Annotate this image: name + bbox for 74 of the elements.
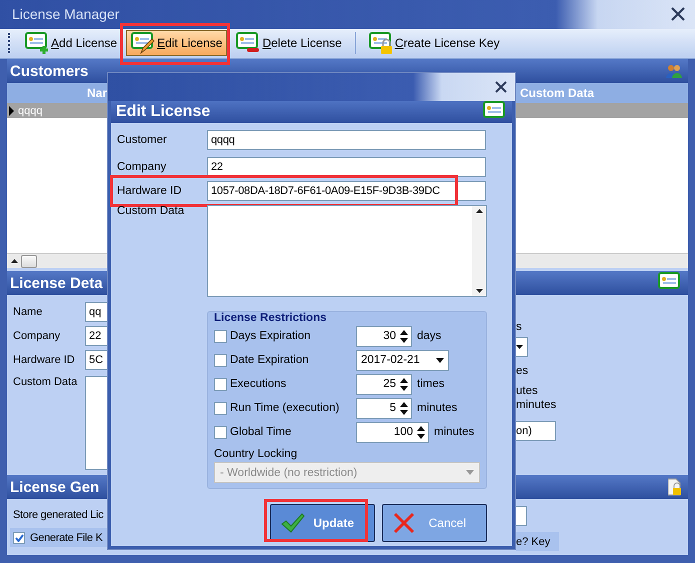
field-label: Custom Data [117,205,186,217]
unit-label: s [516,321,523,335]
unit-label: minutes [516,399,558,413]
field-label: Name [13,306,42,318]
checkbox-label: Executions [230,378,288,390]
input-field[interactable]: qqqq [207,130,486,150]
field-label: Company [117,161,168,173]
number-spinner[interactable]: 100 [356,422,429,442]
input-field[interactable]: 1057-08DA-18D7-6F61-0A09-E15F-9D3B-39DC [207,181,486,201]
horizontal-scrollbar[interactable] [516,253,688,268]
field-label: Customer [117,134,168,146]
toolbar-button[interactable]: Delete License [231,30,347,56]
card-pencil-icon [131,32,156,54]
unit-label: minutes [417,402,458,414]
field-label: Hardware ID [117,185,183,197]
field-label: Store generated Lic [13,509,104,521]
date-picker[interactable]: 2017-02-21 [356,350,449,370]
scroll-up-icon[interactable] [476,209,482,213]
number-spinner[interactable]: 30 [356,326,412,346]
card-minus-icon [236,32,260,54]
scrollbar-thumb[interactable] [21,254,37,268]
close-icon[interactable] [495,81,507,93]
caret-icon [516,345,523,349]
people-icon [666,64,682,78]
checkbox-label: Run Time (execution) [230,402,340,414]
document-lock-icon [668,478,682,496]
checkbox[interactable] [214,378,227,390]
checkbox[interactable] [214,354,227,366]
unit-label: es [516,365,530,379]
field-label: Country Locking [214,448,298,460]
check-icon [14,534,24,542]
spin-arrows-icon[interactable] [400,402,408,414]
section-title: License Gen [10,478,100,496]
checkbox-label: e? Key [516,536,550,548]
spin-arrows-icon[interactable] [400,330,408,342]
checkbox[interactable] [13,532,25,544]
toolbar-button[interactable]: Create License Key [364,30,505,56]
checkbox[interactable] [214,426,227,438]
unit-label: utes [516,385,539,399]
toolbar-button[interactable]: Edit License [126,30,228,56]
spin-arrows-icon[interactable] [417,426,425,438]
scroll-down-icon[interactable] [476,289,482,293]
close-icon[interactable] [671,7,685,22]
caret-icon[interactable] [436,358,444,362]
section-title: License Deta [10,274,103,292]
checkbox[interactable] [214,402,227,414]
toolbar-button[interactable]: Add License [20,30,122,56]
checkbox-label: Global Time [230,426,292,438]
number-spinner[interactable]: 25 [356,374,412,394]
window-title: License Manager [12,6,120,22]
field-label: Custom Data [13,376,78,388]
checkbox-label: Generate File K [30,532,103,544]
unit-label: days [417,330,442,342]
field-label: Company [13,330,60,342]
input-field[interactable]: 22 [207,157,486,177]
spin-arrows-icon[interactable] [400,378,408,390]
group-title: License Restrictions [214,312,328,324]
dropdown[interactable]: on) [516,421,556,441]
checkbox-label: Days Expiration [230,330,312,342]
cross-icon [393,512,415,534]
field-label: Hardware ID [13,354,75,366]
checkbox-label: Date Expiration [230,354,310,366]
input-field[interactable] [516,506,527,526]
section-title: Customers [10,62,88,80]
dropdown[interactable] [516,337,528,357]
card-plus-icon [25,32,49,54]
checkmark-icon [281,513,305,533]
checkbox[interactable] [214,330,227,342]
unit-label: times [417,378,444,390]
card-lock-icon [368,32,393,54]
number-spinner[interactable]: 5 [356,398,412,418]
horizontal-scrollbar[interactable] [7,253,110,268]
dialog-title: Edit License [116,103,210,121]
unit-label: minutes [434,426,474,438]
